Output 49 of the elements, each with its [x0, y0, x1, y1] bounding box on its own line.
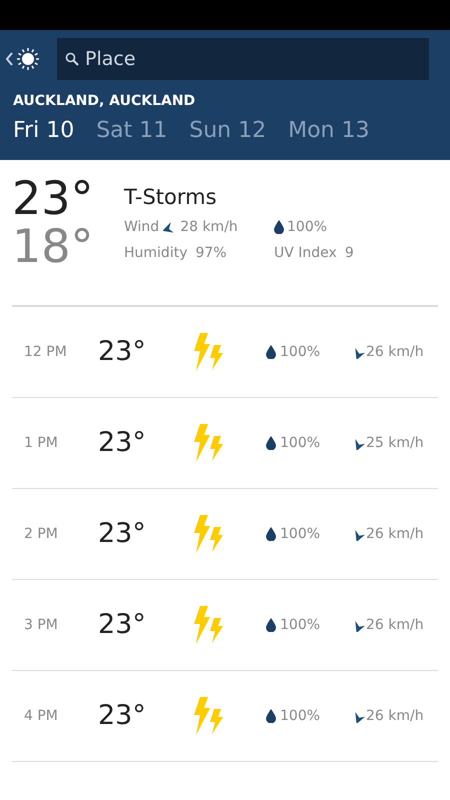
- hour-label: 1 PM: [23, 434, 59, 452]
- day-tab[interactable]: Mon 13: [288, 116, 370, 146]
- raindrop-icon: [266, 345, 276, 359]
- hour-temperature: 23°: [98, 516, 147, 551]
- hour-temperature: 23°: [98, 608, 147, 642]
- precipitation-value: 100%: [280, 434, 320, 452]
- wind-value: 26 km/h: [366, 706, 424, 726]
- lightning-icon: [192, 697, 224, 735]
- raindrop-icon: [266, 527, 276, 541]
- hour-label: 3 PM: [23, 616, 59, 634]
- condition-label: T-Storms: [124, 184, 218, 211]
- humidity-label: Humidity: [124, 244, 188, 263]
- wind-value: 28 km/h: [180, 218, 238, 237]
- precipitation-value: 100%: [280, 706, 320, 726]
- hour-temperature: 23°: [98, 334, 147, 369]
- high-temperature: 23°: [12, 174, 95, 222]
- wind-value: 26 km/h: [366, 616, 424, 634]
- day-tab[interactable]: Sun 12: [189, 116, 266, 146]
- raindrop-icon: [266, 709, 276, 723]
- raindrop-icon: [274, 220, 284, 234]
- uv-value: 9: [344, 244, 354, 263]
- hour-label: 2 PM: [23, 524, 59, 544]
- hour-label: 12 PM: [23, 342, 68, 362]
- precipitation-value: 100%: [287, 218, 328, 237]
- day-tab[interactable]: Sat 11: [96, 116, 168, 146]
- precipitation-value: 100%: [280, 524, 320, 544]
- hour-temperature: 23°: [98, 698, 147, 733]
- wind-label: Wind: [124, 218, 160, 237]
- wind-value: 26 km/h: [366, 524, 424, 544]
- humidity-value: 97%: [195, 244, 227, 263]
- hour-label: 4 PM: [23, 706, 59, 726]
- lightning-icon: [192, 515, 224, 553]
- location-title: AUCKLAND, AUCKLAND: [13, 92, 196, 110]
- search-field[interactable]: Place: [57, 38, 429, 80]
- day-tab[interactable]: Fri 10: [13, 116, 74, 146]
- uv-label: UV Index: [274, 244, 337, 263]
- precipitation-value: 100%: [280, 342, 320, 362]
- raindrop-icon: [266, 436, 276, 450]
- low-temperature: 18°: [12, 222, 95, 270]
- raindrop-icon: [266, 618, 276, 632]
- wind-value: 25 km/h: [366, 434, 424, 452]
- wind-value: 26 km/h: [366, 342, 424, 362]
- lightning-icon: [192, 606, 224, 644]
- lightning-icon: [192, 424, 224, 462]
- precipitation-value: 100%: [280, 616, 320, 634]
- hour-temperature: 23°: [98, 426, 147, 460]
- back-icon[interactable]: [5, 52, 13, 66]
- sun-icon[interactable]: [16, 47, 40, 71]
- lightning-icon: [192, 333, 224, 371]
